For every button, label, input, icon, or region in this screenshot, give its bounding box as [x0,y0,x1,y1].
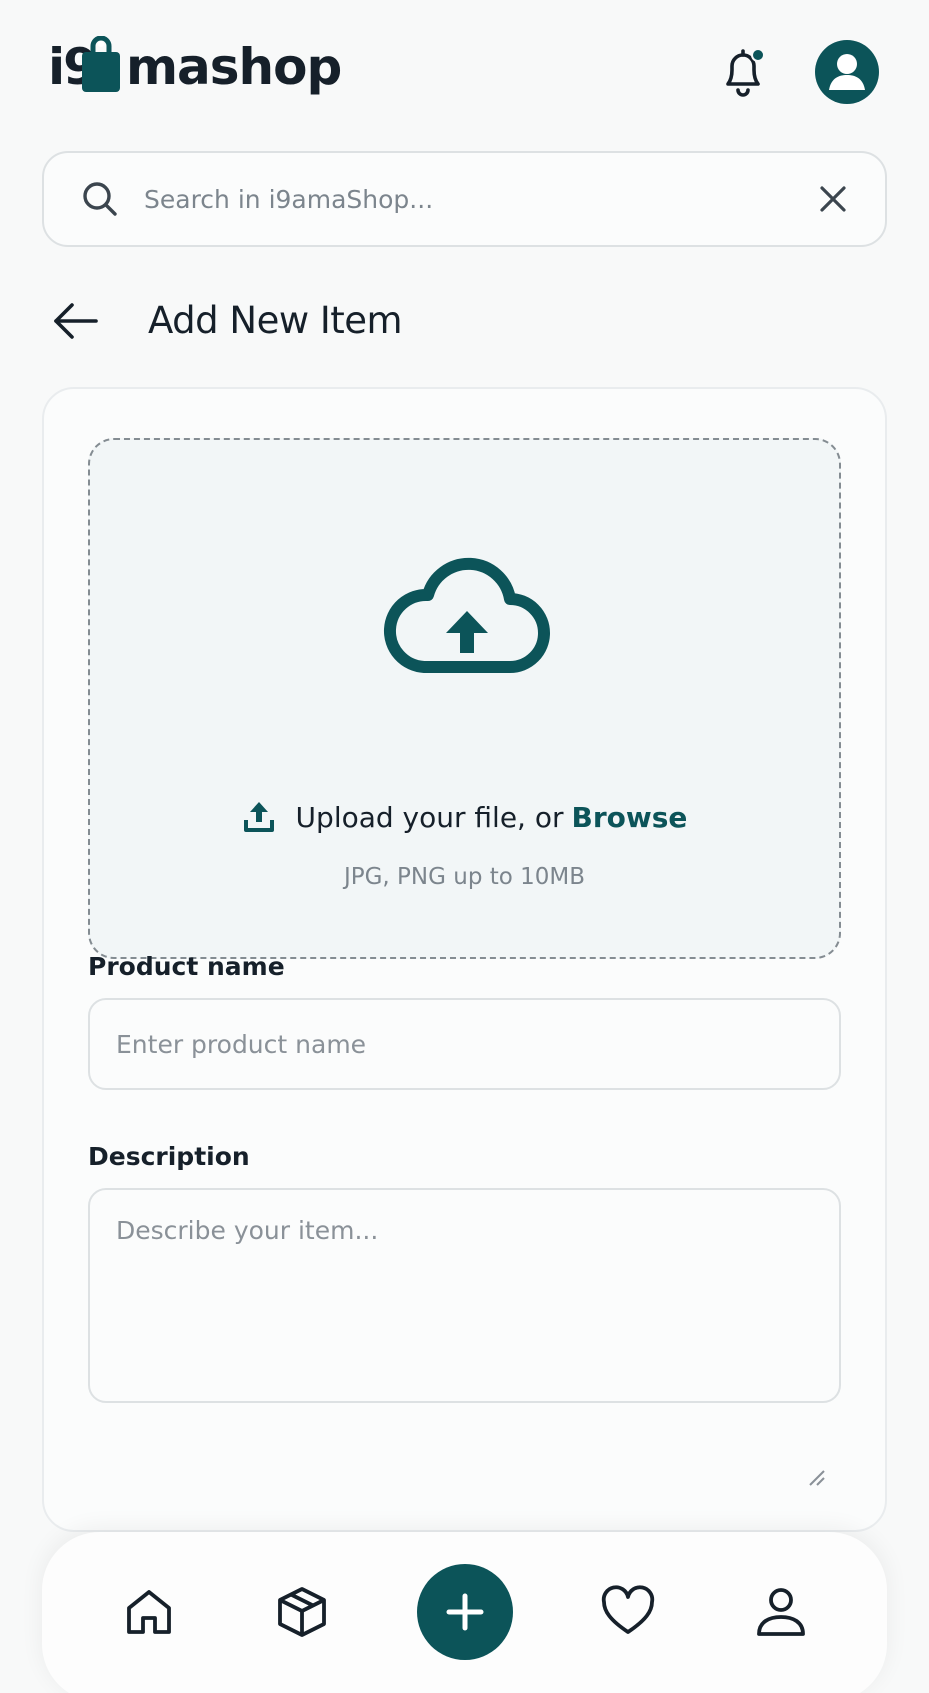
bottom-navigation [42,1532,887,1693]
user-avatar-icon [829,54,865,90]
description-label: Description [88,1142,250,1171]
nav-favorites[interactable] [590,1574,666,1650]
notifications-button[interactable] [716,44,770,100]
user-icon [756,1588,805,1636]
plus-icon [446,1593,483,1631]
add-item-form-card: Upload your file, or Browse JPG, PNG up … [42,387,887,1532]
product-name-input[interactable] [88,998,841,1090]
bell-icon [726,48,765,97]
box-icon [277,1587,326,1637]
resize-handle-icon[interactable] [806,1467,826,1487]
upload-prompt-text: Upload your file, or [295,800,564,834]
upload-file-types-hint: JPG, PNG up to 10MB [343,864,586,890]
nav-add-item-button[interactable] [416,1564,513,1660]
heart-icon [601,1585,654,1634]
header: i9 mashop [0,0,929,150]
home-icon [126,1590,171,1634]
shopping-bag-icon [80,35,122,94]
product-name-label: Product name [88,952,285,981]
upload-prompt: Upload your file, or Browse [90,800,839,834]
add-item-page: i9 mashop Search in i9amaShop... Add New… [0,0,929,1693]
browse-link[interactable]: Browse [572,801,688,834]
page-title: Add New Item [148,299,403,342]
notification-dot [751,48,765,62]
file-upload-dropzone[interactable]: Upload your file, or Browse JPG, PNG up … [88,438,841,959]
nav-home[interactable] [111,1574,187,1650]
search-input[interactable] [144,169,803,229]
logo-wordmark: mashop [125,38,342,96]
search-icon [76,175,124,223]
nav-products[interactable] [264,1574,340,1650]
search-bar [42,151,887,247]
clear-search-button[interactable] [803,169,863,229]
upload-icon [242,800,276,834]
cloud-upload-icon [383,557,550,673]
back-button[interactable] [48,295,104,347]
app-logo[interactable]: i9 mashop [48,22,342,112]
profile-avatar[interactable] [815,40,879,104]
nav-profile[interactable] [743,1574,819,1650]
close-icon [820,186,846,212]
description-textarea[interactable] [88,1188,841,1403]
arrow-left-icon [54,303,98,339]
